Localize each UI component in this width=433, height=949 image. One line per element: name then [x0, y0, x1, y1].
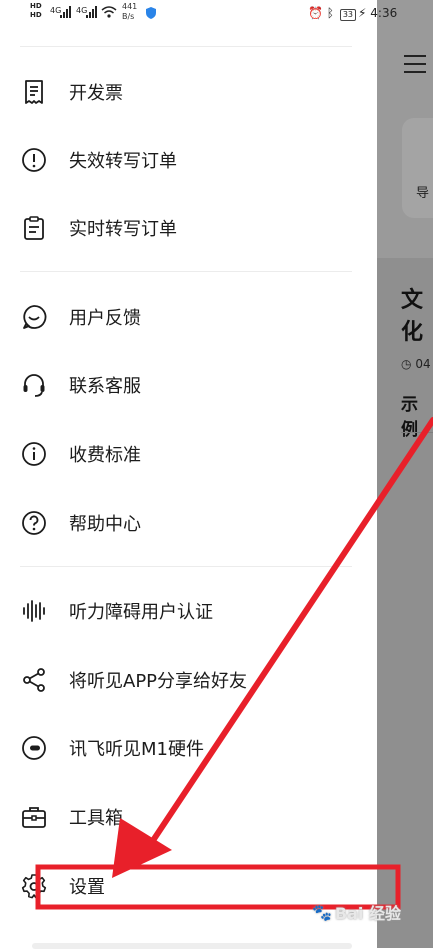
bg-section-title: 文化	[401, 288, 424, 345]
watermark: 🐾 Bai 经验	[312, 902, 401, 924]
gear-icon	[20, 872, 48, 900]
side-drawer: 开发票 失效转写订单 实时转写订单 用户反馈 联系客服 收费标准 帮助中心 听力…	[0, 0, 377, 948]
clock-time: 4:36	[370, 6, 398, 20]
menu-item-hearing-certification[interactable]: 听力障碍用户认证	[0, 583, 377, 639]
bottom-nav-handle	[32, 943, 352, 949]
menu-item-label: 用户反馈	[69, 308, 141, 329]
alert-circle-icon	[20, 146, 48, 174]
menu-item-label: 将听见APP分享给好友	[69, 671, 248, 692]
signal-bars-icon	[86, 6, 97, 18]
menu-item-realtime-orders[interactable]: 实时转写订单	[0, 200, 377, 256]
menu-item-label: 帮助中心	[69, 514, 141, 535]
divider	[20, 566, 352, 567]
receipt-icon	[20, 78, 48, 106]
menu-item-pricing[interactable]: 收费标准	[0, 426, 377, 482]
headset-icon	[20, 371, 48, 399]
battery-level: 33	[339, 9, 356, 21]
menu-item-toolbox[interactable]: 工具箱	[0, 789, 377, 845]
divider	[401, 432, 433, 433]
bg-card-text: 导	[416, 186, 430, 201]
clipboard-icon	[20, 214, 48, 242]
menu-item-feedback[interactable]: 用户反馈	[0, 289, 377, 345]
share-icon	[20, 666, 48, 694]
menu-item-label: 设置	[69, 877, 105, 898]
menu-item-share-app[interactable]: 将听见APP分享给好友	[0, 652, 377, 708]
menu-item-label: 开发票	[69, 83, 123, 104]
bluetooth-icon: ᛒ	[326, 6, 334, 20]
signal-bars-icon	[60, 6, 71, 18]
menu-item-customer-service[interactable]: 联系客服	[0, 357, 377, 413]
menu-item-help-center[interactable]: 帮助中心	[0, 495, 377, 551]
wifi-icon	[101, 6, 117, 18]
menu-item-label: 收费标准	[69, 445, 141, 466]
network-speed: 441 B/s	[122, 2, 138, 21]
menu-item-expired-orders[interactable]: 失效转写订单	[0, 132, 377, 188]
bg-time: ◷ 04	[401, 357, 431, 371]
hamburger-menu-icon[interactable]	[404, 55, 426, 79]
divider	[20, 46, 352, 47]
info-icon	[20, 440, 48, 468]
toolbox-icon	[20, 803, 48, 831]
help-icon	[20, 509, 48, 537]
shield-icon	[146, 7, 156, 19]
menu-item-label: 讯飞听见M1硬件	[69, 739, 204, 760]
dimmed-background-page[interactable]: 导 文化 ◷ 04 示例	[377, 0, 433, 948]
menu-item-label: 工具箱	[69, 808, 123, 829]
menu-item-m1-hardware[interactable]: 讯飞听见M1硬件	[0, 720, 377, 776]
bg-card	[402, 118, 433, 218]
charging-icon: ⚡	[358, 6, 367, 20]
menu-item-label: 失效转写订单	[69, 151, 177, 172]
menu-item-label: 联系客服	[69, 376, 141, 397]
status-right: ⏰ ᛒ 33 ⚡ 4:36	[308, 6, 397, 21]
paw-icon: 🐾	[312, 902, 332, 922]
feedback-chat-icon	[20, 303, 48, 331]
menu-item-invoice[interactable]: 开发票	[0, 64, 377, 120]
divider	[20, 271, 352, 272]
soundwave-icon	[20, 597, 48, 625]
hd-indicator: HD HD	[30, 2, 42, 19]
device-icon	[20, 734, 48, 762]
alarm-icon: ⏰	[308, 6, 323, 20]
clock-icon: ◷	[401, 357, 412, 371]
menu-item-label: 听力障碍用户认证	[69, 602, 213, 623]
menu-item-label: 实时转写订单	[69, 219, 177, 240]
